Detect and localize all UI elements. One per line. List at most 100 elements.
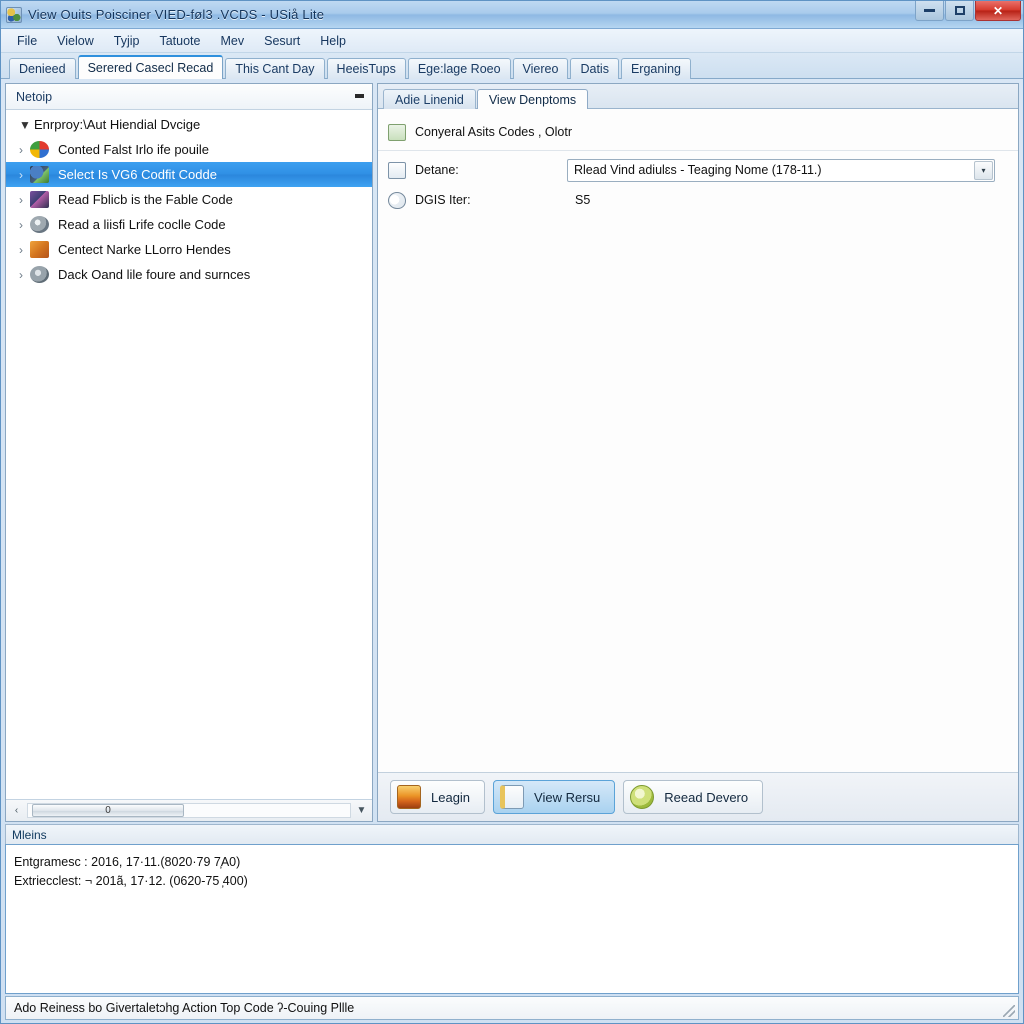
view-rersu-button[interactable]: View Rersu — [493, 780, 616, 814]
menu-item-sesurt[interactable]: Sesurt — [254, 31, 310, 51]
view-rersu-button-label: View Rersu — [534, 789, 601, 805]
scroll-left-icon[interactable]: ‹ — [8, 802, 25, 819]
log-title: Mleins — [5, 824, 1019, 844]
tag-icon — [388, 191, 406, 209]
expander-icon[interactable]: › — [12, 218, 30, 232]
expander-icon[interactable]: › — [12, 243, 30, 257]
window-icon — [500, 785, 525, 809]
log-line: Extriecclest: ¬ 201ã, 17·12. (0620-75 ̦4… — [14, 874, 248, 888]
detane-dropdown[interactable]: Rlead Vind adiulɛs - Teaging Nome (178-1… — [567, 158, 995, 182]
tree-horizontal-scrollbar[interactable]: ‹ 0 ▼ — [6, 799, 372, 821]
form-row-detane: Detane: Rlead Vind adiulɛs - Teaging Nom… — [378, 155, 1018, 185]
leagin-button[interactable]: Leagin — [390, 780, 486, 814]
expander-icon[interactable]: › — [12, 193, 30, 207]
tab-serered-casecl-recad[interactable]: Serered Casecl Recad — [77, 55, 224, 79]
minimize-button[interactable] — [915, 1, 944, 21]
chip-purple-icon — [30, 191, 49, 208]
dgis-iter-value: S5 — [575, 193, 591, 207]
window-title: View Ouits Poisciner VIED-føl3 .VCDS - U… — [28, 7, 325, 22]
form-row-dgis-iter: DGIS Iter: S5 — [378, 185, 1018, 215]
chevron-down-icon[interactable]: ▼ — [353, 802, 370, 819]
expander-icon[interactable]: ▼ — [16, 118, 34, 132]
application-window: View Ouits Poisciner VIED-føl3 .VCDS - U… — [0, 0, 1024, 1024]
content-split: Netoip ▼ Enrproy:\Aut Hiendial Dvcige › … — [1, 79, 1023, 822]
tab-this-cant-day[interactable]: This Cant Day — [225, 58, 325, 79]
tree-row[interactable]: › Read Fblicb is the Fable Code — [6, 187, 372, 212]
tree-item-label: Dack Oand lile foure and surnces — [58, 267, 251, 282]
pinwheel-icon — [30, 141, 49, 158]
tree-row[interactable]: ▼ Enrproy:\Aut Hiendial Dvcige — [6, 112, 372, 137]
chevron-down-icon[interactable]: ▾ — [974, 160, 993, 180]
globe-grey-icon — [30, 216, 49, 233]
tree-row[interactable]: › Centect Narke LLorro Hendes — [6, 237, 372, 262]
menu-bar: File Vielow Tyjip Tatuote Mev Sesurt Hel… — [1, 29, 1023, 53]
expander-icon[interactable]: › — [12, 168, 30, 182]
title-bar: View Ouits Poisciner VIED-føl3 .VCDS - U… — [1, 1, 1023, 29]
leagin-button-label: Leagin — [431, 789, 471, 805]
tab-denieed[interactable]: Denieed — [9, 58, 76, 79]
window-controls: ✕ — [914, 1, 1021, 21]
log-line: Entgramesc : 2016, 17·11.(8020·79 7̦A0) — [14, 855, 241, 869]
subtab-adie-linenid[interactable]: Adie Linenid — [383, 89, 476, 109]
log-panel: Mleins Entgramesc : 2016, 17·11.(8020·79… — [1, 822, 1023, 994]
tab-egelage-roeo[interactable]: Ege:lage Roeo — [407, 58, 511, 79]
log-output[interactable]: Entgramesc : 2016, 17·11.(8020·79 7̦A0) … — [5, 844, 1019, 994]
orange-icon — [30, 241, 49, 258]
tree-item-label: Select Is VG6 Codfit Codde — [58, 167, 217, 182]
green-circle-icon — [630, 785, 655, 809]
detail-form: Conyeral Asits Codes , Olotr Detane: Rle… — [378, 109, 1018, 772]
tree-item-label: Conted Falst Irlo ife pouile — [58, 142, 210, 157]
status-bar-text: Ado Reiness bo Givertaletɔhg Action Top … — [14, 1001, 355, 1015]
status-bar: Ado Reiness bo Givertaletɔhg Action Top … — [5, 996, 1019, 1020]
tab-datis[interactable]: Datis — [570, 58, 619, 79]
maximize-button[interactable] — [945, 1, 974, 21]
expander-icon[interactable]: › — [12, 268, 30, 282]
detane-label: Detane: — [415, 163, 459, 177]
device-tree[interactable]: ▼ Enrproy:\Aut Hiendial Dvcige › Conted … — [6, 110, 372, 799]
grey-disc-icon — [30, 266, 49, 283]
tree-panel: Netoip ▼ Enrproy:\Aut Hiendial Dvcige › … — [5, 83, 373, 822]
reead-devero-button[interactable]: Reead Devero — [623, 780, 764, 814]
tree-item-label: Enrproy:\Aut Hiendial Dvcige — [34, 117, 201, 132]
tree-item-label: Read Fblicb is the Fable Code — [58, 192, 233, 207]
expander-icon[interactable]: › — [12, 143, 30, 157]
resize-grip-icon[interactable] — [1003, 1005, 1015, 1017]
tree-row[interactable]: › Conted Falst Irlo ife pouile — [6, 137, 372, 162]
column-marker-icon — [355, 94, 364, 98]
tree-item-label: Centect Narke LLorro Hendes — [58, 242, 231, 257]
menu-item-help[interactable]: Help — [310, 31, 356, 51]
app-icon — [6, 6, 22, 23]
menu-item-vielow[interactable]: Vielow — [47, 31, 104, 51]
subtab-view-denptoms[interactable]: View Denptoms — [476, 89, 589, 109]
close-button[interactable]: ✕ — [975, 1, 1021, 21]
tree-item-label: Read a liisfi Lrife coclle Code — [58, 217, 226, 232]
car-blue-icon — [30, 166, 49, 183]
action-button-bar: Leagin View Rersu Reead Devero — [378, 772, 1018, 821]
tab-heeistups[interactable]: HeeisTups — [326, 58, 406, 79]
reead-devero-button-label: Reead Devero — [664, 789, 749, 805]
detane-dropdown-value: Rlead Vind adiulɛs - Teaging Nome (178-1… — [574, 163, 822, 177]
document-icon — [388, 123, 406, 141]
tree-row-selected[interactable]: › Select Is VG6 Codfit Codde — [6, 162, 372, 187]
tab-erganing[interactable]: Erganing — [620, 58, 691, 79]
detail-tab-strip: Adie Linenid View Denptoms — [378, 84, 1018, 109]
tree-column-header-label: Netoip — [16, 89, 53, 104]
scrollbar-track[interactable]: 0 — [27, 803, 351, 818]
menu-item-tatuote[interactable]: Tatuote — [149, 31, 210, 51]
scrollbar-thumb[interactable]: 0 — [32, 804, 184, 817]
folder-icon — [388, 161, 406, 179]
form-heading: Conyeral Asits Codes , Olotr — [415, 125, 573, 139]
menu-item-tyjip[interactable]: Tyjip — [104, 31, 150, 51]
divider — [378, 150, 1018, 151]
tree-row[interactable]: › Dack Oand lile foure and surnces — [6, 262, 372, 287]
dgis-iter-label: DGIS Iter: — [415, 193, 471, 207]
menu-item-mev[interactable]: Mev — [210, 31, 254, 51]
detail-panel: Adie Linenid View Denptoms Conyeral Asit… — [377, 83, 1019, 822]
tree-column-header[interactable]: Netoip — [6, 84, 372, 110]
sunset-icon — [397, 785, 421, 809]
menu-item-file[interactable]: File — [7, 31, 47, 51]
main-tab-strip: Denieed Serered Casecl Recad This Cant D… — [1, 53, 1023, 79]
tree-row[interactable]: › Read a liisfi Lrife coclle Code — [6, 212, 372, 237]
tab-viereo[interactable]: Viereo — [512, 58, 569, 79]
form-heading-row: Conyeral Asits Codes , Olotr — [378, 117, 1018, 147]
